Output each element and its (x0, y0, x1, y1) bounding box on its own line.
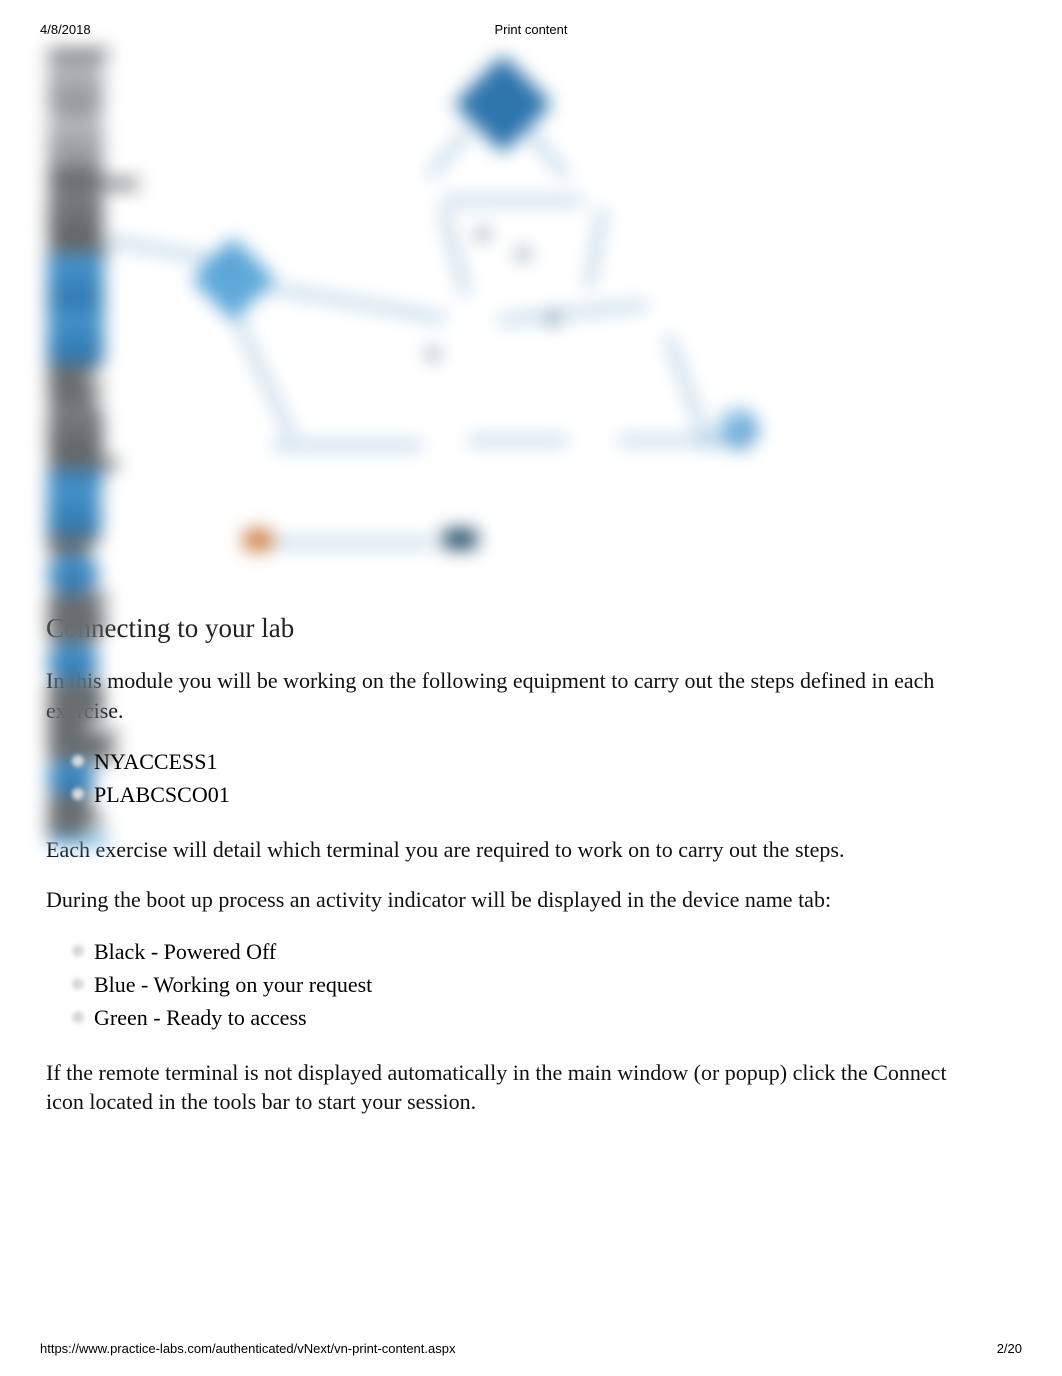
print-title: Print content (495, 22, 568, 37)
list-item: Blue - Working on your request (72, 968, 992, 1001)
device-list: NYACCESS1 PLABCSCO01 (72, 745, 992, 811)
paragraph-bootup: During the boot up process an activity i… (46, 885, 992, 915)
footer-page: 2/20 (997, 1341, 1022, 1356)
remote-suffix: icon located in the tools bar to start y… (46, 1089, 476, 1114)
network-diagram (48, 49, 768, 589)
page: 4/8/2018 Print content (0, 0, 1062, 1376)
list-item: NYACCESS1 (72, 745, 992, 778)
paragraph-remote: If the remote terminal is not displayed … (46, 1058, 992, 1117)
list-item: Green - Ready to access (72, 1001, 992, 1034)
print-footer: https://www.practice-labs.com/authentica… (40, 1341, 1022, 1356)
footer-url: https://www.practice-labs.com/authentica… (40, 1341, 455, 1356)
list-item: Black - Powered Off (72, 935, 992, 968)
content-body: Connecting to your lab In this module yo… (46, 613, 992, 1117)
list-item: PLABCSCO01 (72, 778, 992, 811)
connect-chip: Connect (873, 1058, 946, 1088)
remote-prefix: If the remote terminal is not displayed … (46, 1060, 868, 1085)
paragraph-detail: Each exercise will detail which terminal… (46, 835, 992, 865)
paragraph-intro: In this module you will be working on th… (46, 666, 992, 725)
status-list: Black - Powered Off Blue - Working on yo… (72, 935, 992, 1034)
section-heading: Connecting to your lab (46, 613, 992, 644)
print-header: 4/8/2018 Print content (40, 22, 1022, 37)
print-date: 4/8/2018 (40, 22, 91, 37)
